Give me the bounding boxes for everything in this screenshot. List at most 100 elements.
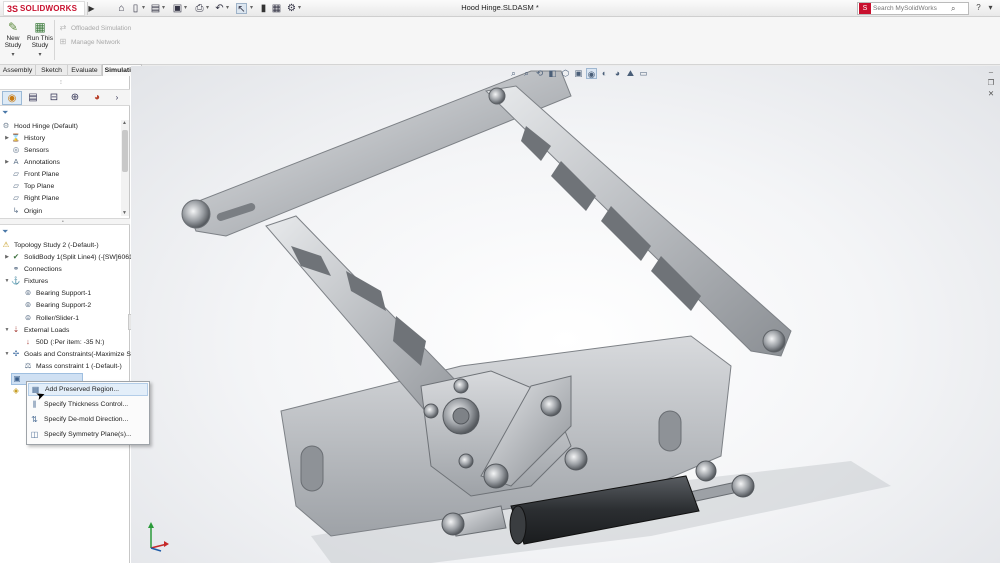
run-study-button[interactable]: ▦ Run This Study ▾ — [27, 20, 53, 59]
search-icon[interactable]: ⌕ — [951, 4, 955, 14]
collapse-arrow-icon[interactable]: ▼ — [3, 351, 11, 357]
save-dropdown-icon[interactable]: ▾ — [184, 3, 187, 14]
fixture-item[interactable]: ⊜ Roller/Slider-1 — [23, 312, 79, 324]
file-properties-icon[interactable]: ▦ — [271, 3, 282, 14]
minimize-icon[interactable]: – — [986, 66, 996, 77]
undo-dropdown-icon[interactable]: ▾ — [226, 3, 229, 14]
add-preserved-region-item[interactable]: ▦ Add Preserved Region... — [28, 383, 148, 396]
offloaded-simulation-icon: ⇄ — [59, 23, 67, 32]
tab-sketch[interactable]: Sketch — [36, 65, 68, 76]
study-root[interactable]: ⚠ Topology Study 2 (-Default-) — [1, 239, 99, 251]
collapse-arrow-icon[interactable]: ▼ — [3, 278, 11, 284]
study-item-external-loads[interactable]: ▼ ⇣ External Loads — [3, 324, 70, 336]
new-document-icon[interactable]: ▯ — [130, 3, 141, 14]
close-icon[interactable]: ✕ — [986, 88, 996, 99]
tree-item-label: Right Plane — [24, 194, 60, 202]
offloaded-simulation-button[interactable]: ⇄ Offloaded Simulation — [58, 23, 132, 33]
configuration-manager-tab-icon[interactable]: ⊟ — [44, 91, 64, 105]
new-study-icon: ✎ — [7, 20, 19, 34]
help-icon[interactable]: ? — [974, 3, 983, 13]
constraint-item[interactable]: ⚖ Mass constraint 1 (-Default-) — [23, 360, 122, 372]
filter-icon[interactable]: ⏷ — [2, 108, 8, 118]
options-dropdown-icon[interactable]: ▾ — [298, 3, 301, 14]
tree-item-right-plane[interactable]: ▱ Right Plane — [3, 192, 59, 204]
hood-hinge-model[interactable] — [131, 66, 1000, 563]
expand-arrow-icon[interactable]: ▶ — [3, 159, 11, 165]
expand-arrow-icon[interactable]: ▶ — [3, 135, 11, 141]
more-tabs-arrow-icon[interactable]: › — [110, 91, 124, 105]
menu-expand-arrow-icon[interactable]: ▶ — [87, 2, 95, 15]
dynamic-annotation-icon[interactable]: ⬡ — [560, 68, 571, 79]
zoom-to-fit-icon[interactable]: ⌕ — [508, 68, 519, 79]
tree-scrollbar[interactable]: ▲ ▼ — [121, 120, 129, 216]
study-item-fixtures[interactable]: ▼ ⚓ Fixtures — [3, 275, 49, 287]
tab-evaluate[interactable]: Evaluate — [68, 65, 102, 76]
panel-splitter[interactable]: • — [0, 218, 130, 225]
save-icon[interactable]: ▣ — [172, 3, 183, 14]
panel-grip-icon[interactable]: ⁝ — [60, 79, 62, 86]
scroll-thumb[interactable] — [122, 130, 128, 172]
undo-icon[interactable]: ↶ — [214, 3, 225, 14]
print-icon[interactable]: ⎙ — [194, 3, 205, 14]
study-item-solidbody[interactable]: ▶ ✔ SolidBody 1(Split Line4) (-[SW]6061 — [3, 251, 133, 263]
tree-item-history[interactable]: ▶ ⌛ History — [3, 132, 45, 144]
tree-item-front-plane[interactable]: ▱ Front Plane — [3, 168, 59, 180]
feature-manager-tab-icon[interactable]: ◉ — [2, 91, 22, 105]
fixture-item[interactable]: ⊚ Bearing Support-1 — [23, 287, 91, 299]
tree-root[interactable]: ⚙ Hood Hinge (Default) — [1, 120, 78, 132]
select-dropdown-icon[interactable]: ▾ — [250, 3, 253, 14]
tree-item-sensors[interactable]: ◎ Sensors — [3, 144, 49, 156]
new-study-dropdown-icon[interactable]: ▾ — [0, 52, 26, 59]
previous-view-icon[interactable]: ⟲ — [534, 68, 545, 79]
edit-appearance-icon[interactable]: ◕ — [612, 68, 623, 79]
display-manager-tab-icon[interactable]: ◕ — [87, 91, 107, 105]
new-dropdown-icon[interactable]: ▾ — [142, 3, 145, 14]
study-item-goals[interactable]: ▼ ✣ Goals and Constraints(-Maximize S — [3, 348, 131, 360]
open-folder-icon[interactable]: ▤ — [150, 3, 161, 14]
view-orientation-icon[interactable]: ▣ — [573, 68, 584, 79]
study-item-connections[interactable]: ⚭ Connections — [3, 263, 62, 275]
run-study-dropdown-icon[interactable]: ▾ — [27, 52, 53, 59]
tree-item-top-plane[interactable]: ▱ Top Plane — [3, 180, 54, 192]
collapse-arrow-icon[interactable]: ▼ — [3, 327, 11, 333]
select-arrow-icon[interactable]: ↖ — [236, 3, 247, 15]
search-box[interactable]: S ⌕ — [857, 2, 969, 15]
zoom-to-area-icon[interactable]: ⌕ — [521, 68, 532, 79]
open-dropdown-icon[interactable]: ▾ — [162, 3, 165, 14]
scroll-up-arrow-icon[interactable]: ▲ — [122, 120, 127, 126]
dimxpert-tab-icon[interactable]: ⊕ — [65, 91, 85, 105]
display-style-icon[interactable]: ◉ — [586, 68, 597, 79]
section-view-icon[interactable]: ◧ — [547, 68, 558, 79]
property-manager-tab-icon[interactable]: ▤ — [23, 91, 43, 105]
fixture-item[interactable]: ⊚ Bearing Support-2 — [23, 299, 91, 311]
tree-item-annotations[interactable]: ▶ A Annotations — [3, 156, 60, 168]
specify-symmetry-plane-item[interactable]: ◫ Specify Symmetry Plane(s)... — [28, 428, 148, 441]
manage-network-button[interactable]: ⊞ Manage Network — [58, 37, 121, 47]
help-dropdown-icon[interactable]: ▾ — [986, 3, 995, 13]
view-settings-icon[interactable]: ▭ — [638, 68, 649, 79]
apply-scene-icon[interactable]: ⛰ — [625, 68, 636, 79]
solidworks-logo[interactable]: 3S SOLIDWORKS — [3, 1, 85, 16]
rebuild-traffic-light-icon[interactable]: ▮ — [258, 3, 269, 14]
graphics-area[interactable] — [131, 66, 1000, 563]
assembly-icon: ⚙ — [2, 121, 10, 130]
menu-item-label: Specify De-mold Direction... — [44, 416, 129, 423]
tab-assembly[interactable]: Assembly — [0, 65, 36, 76]
study-filter-icon[interactable]: ⏷ — [2, 227, 8, 237]
load-item[interactable]: ↓ 50D (:Per item: -35 N:) — [23, 336, 104, 348]
specify-demold-direction-item[interactable]: ⇅ Specify De-mold Direction... — [28, 413, 148, 426]
options-gear-icon[interactable]: ⚙ — [286, 3, 297, 14]
new-study-button[interactable]: ✎ New Study ▾ — [0, 20, 26, 59]
search-input[interactable] — [873, 5, 949, 12]
tree-item-origin[interactable]: ↳ Origin — [3, 205, 42, 217]
print-dropdown-icon[interactable]: ▾ — [206, 3, 209, 14]
scroll-down-arrow-icon[interactable]: ▼ — [122, 210, 127, 216]
home-icon[interactable]: ⌂ — [116, 3, 127, 14]
hide-show-items-icon[interactable]: ◐ — [599, 68, 610, 79]
tree-item-label: Top Plane — [24, 182, 55, 190]
lower-link-bolt — [540, 395, 562, 417]
restore-icon[interactable]: ❐ — [986, 77, 996, 88]
mesh-item[interactable]: ◈ — [11, 385, 24, 397]
expand-arrow-icon[interactable]: ▶ — [3, 254, 11, 260]
roller-slider-icon: ⊜ — [24, 313, 32, 322]
